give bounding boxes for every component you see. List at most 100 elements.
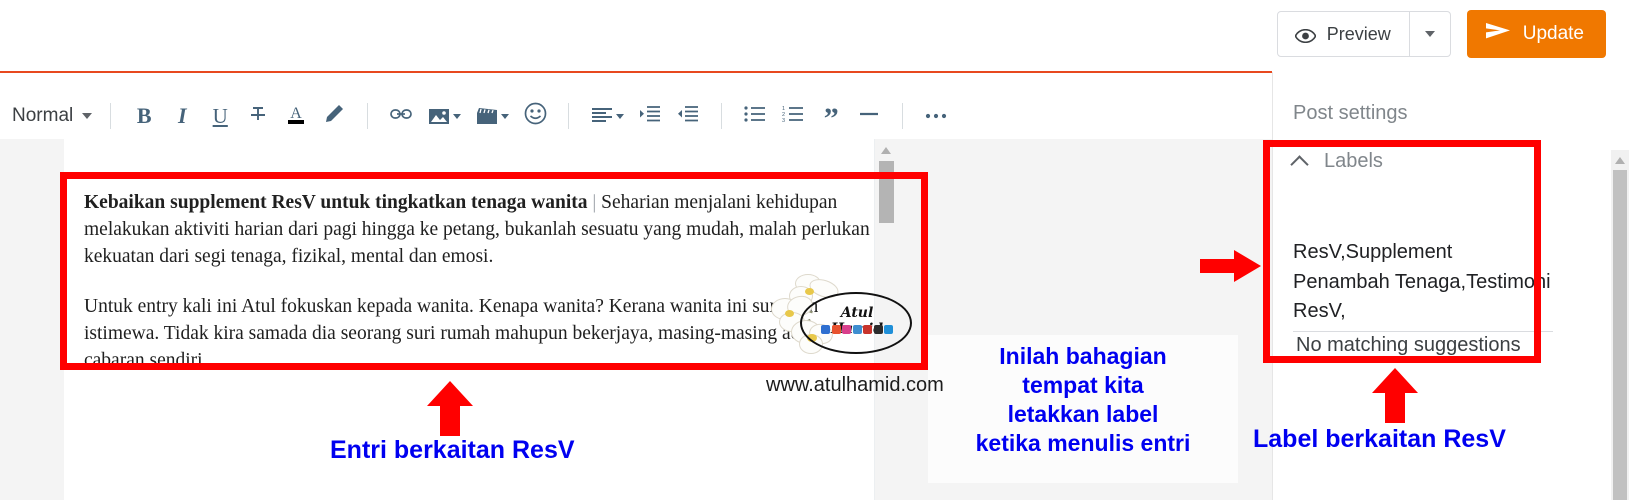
top-bar: Preview Update (0, 0, 1629, 73)
preview-button[interactable]: Preview (1278, 12, 1409, 56)
post-content[interactable]: Kebaikan supplement ResV untuk tingkatka… (84, 189, 874, 397)
bold-button[interactable]: B (125, 97, 163, 135)
chevron-down-icon (1424, 31, 1435, 37)
social-icon-7 (884, 325, 893, 334)
italic-icon: I (177, 103, 187, 128)
watermark-social-icons (819, 325, 895, 334)
align-left-icon (591, 107, 624, 125)
post-title-bold: Kebaikan supplement ResV untuk tingkatka… (84, 192, 588, 213)
social-icon-4 (852, 325, 862, 334)
smiley-icon (524, 102, 547, 130)
editor-body-area: Kebaikan supplement ResV untuk tingkatka… (0, 139, 1272, 500)
labels-section-label: Labels (1324, 150, 1383, 172)
labels-section-header[interactable]: Labels (1290, 150, 1383, 174)
bulleted-list-button[interactable] (736, 97, 774, 135)
chevron-up-icon (1290, 154, 1309, 174)
toolbar-separator (110, 103, 112, 129)
insert-video-button[interactable] (468, 97, 516, 135)
labels-input[interactable]: ResV,Supplement Penambah Tenaga,Testimon… (1293, 238, 1553, 332)
top-bar-divider (0, 71, 1272, 73)
post-paragraph-1: Kebaikan supplement ResV untuk tingkatka… (84, 189, 874, 270)
link-icon (389, 106, 413, 127)
insert-image-button[interactable] (420, 97, 468, 135)
italic-button[interactable]: I (163, 97, 201, 135)
text-color-button[interactable]: A (277, 97, 315, 135)
emoji-button[interactable] (516, 97, 554, 135)
numbered-list-icon: 1 2 3 (782, 105, 804, 128)
preview-dropdown-button[interactable] (1410, 12, 1450, 56)
bulleted-list-icon (744, 105, 766, 128)
underline-button[interactable]: U (201, 97, 239, 135)
update-button-label: Update (1522, 23, 1584, 44)
labels-suggestion-text: No matching suggestions (1296, 334, 1521, 356)
svg-text:A: A (290, 105, 302, 122)
social-icon-1 (821, 325, 830, 334)
highlight-pen-icon (322, 102, 346, 131)
indent-right-icon (639, 105, 661, 128)
annotation-arrow-right (1200, 248, 1262, 284)
text-color-icon: A (284, 102, 308, 131)
update-button[interactable]: Update (1466, 10, 1606, 58)
paragraph-style-label: Normal (12, 105, 74, 126)
horizontal-rule-icon (858, 105, 880, 128)
more-options-button[interactable] (917, 97, 955, 135)
annotation-middle-text: Inilah bahagian tempat kita letakkan lab… (928, 342, 1238, 458)
horizontal-rule-button[interactable] (850, 97, 888, 135)
social-icon-3 (842, 325, 851, 334)
send-icon (1485, 22, 1511, 46)
sidebar-vertical-scrollbar[interactable] (1611, 150, 1629, 500)
indent-increase-button[interactable] (631, 97, 669, 135)
annotation-caption-editor: Entri berkaitan ResV (330, 436, 575, 464)
paragraph-style-dropdown[interactable]: Normal (12, 105, 96, 127)
toolbar-separator (568, 103, 570, 129)
annotation-arrow-up-editor (426, 381, 474, 437)
post-separator: | (587, 192, 602, 213)
annotation-middle-line-2: tempat kita (1022, 372, 1144, 398)
blogger-post-editor-screen: Preview Update Normal B I U A 1 2 3 ” Ke… (0, 0, 1629, 500)
annotation-arrow-up-labels (1371, 368, 1419, 424)
svg-text:3: 3 (782, 118, 785, 123)
preview-button-label: Preview (1326, 23, 1391, 44)
bold-icon: B (136, 103, 152, 128)
more-options-icon (924, 107, 948, 125)
insert-link-button[interactable] (382, 97, 420, 135)
scroll-up-arrow-icon[interactable] (881, 147, 891, 154)
chevron-down-icon (615, 113, 624, 119)
post-paragraph-2: Untuk entry kali ini Atul fokuskan kepad… (84, 296, 819, 371)
annotation-middle-panel: Inilah bahagian tempat kita letakkan lab… (928, 335, 1238, 483)
format-toolbar: Normal B I U A 1 2 3 ” (0, 93, 1272, 139)
indent-decrease-button[interactable] (669, 97, 707, 135)
image-icon (428, 107, 461, 126)
post-settings-title: Post settings (1293, 102, 1408, 124)
annotation-middle-line-4: ketika menulis entri (975, 430, 1191, 456)
blockquote-button[interactable]: ” (812, 97, 850, 135)
numbered-list-button[interactable]: 1 2 3 (774, 97, 812, 135)
highlight-button[interactable] (315, 97, 353, 135)
editor-scrollbar-thumb[interactable] (879, 161, 894, 223)
clapperboard-icon (476, 107, 509, 126)
chevron-down-icon (82, 113, 93, 119)
annotation-middle-line-3: letakkan label (1007, 401, 1159, 427)
eye-icon (1294, 27, 1317, 44)
site-url-caption: www.atulhamid.com (766, 374, 944, 396)
text-align-button[interactable] (583, 97, 631, 135)
strikethrough-button[interactable] (239, 97, 277, 135)
toolbar-separator (902, 103, 904, 129)
strikethrough-icon (247, 103, 269, 130)
social-icon-5 (863, 325, 872, 334)
social-icon-6 (873, 325, 883, 334)
toolbar-separator (721, 103, 723, 129)
top-bar-actions: Preview Update (1276, 10, 1606, 58)
scroll-up-arrow-icon[interactable] (1615, 157, 1625, 164)
indent-left-icon (677, 105, 699, 128)
social-icon-2 (831, 325, 841, 334)
preview-button-group[interactable]: Preview (1276, 11, 1451, 57)
toolbar-separator (367, 103, 369, 129)
sidebar-scrollbar-thumb[interactable] (1613, 170, 1627, 500)
chevron-down-icon (500, 113, 509, 119)
annotation-middle-line-1: Inilah bahagian (999, 343, 1167, 369)
blog-watermark: Atul Hamid (765, 272, 915, 360)
chevron-down-icon (452, 113, 461, 119)
annotation-caption-labels: Label berkaitan ResV (1253, 425, 1506, 453)
underline-icon: U (212, 103, 228, 128)
